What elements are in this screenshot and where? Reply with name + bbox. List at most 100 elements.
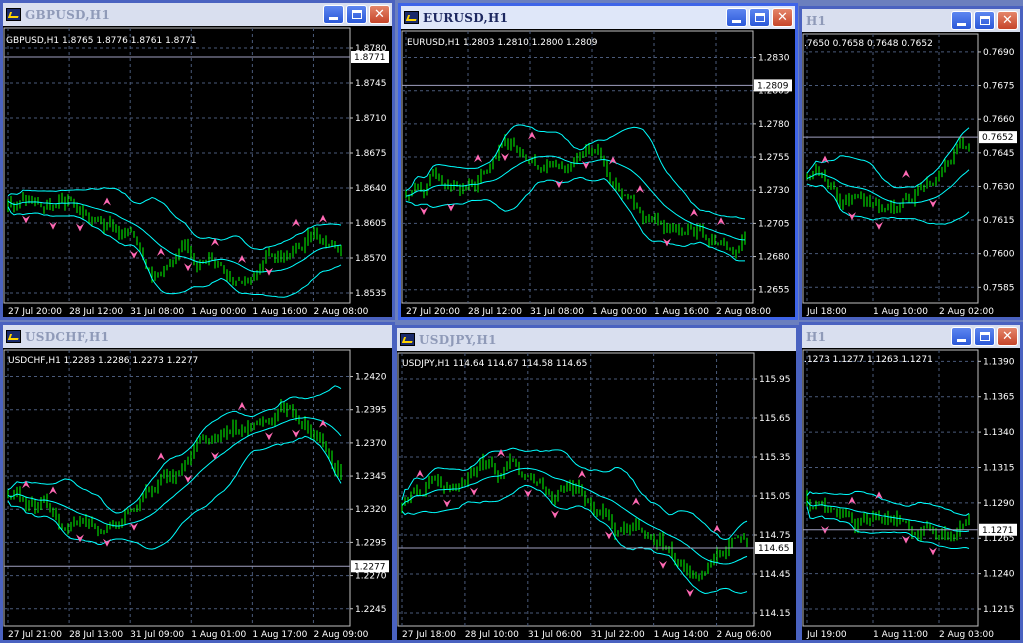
fractal-up-arrow [474,154,482,163]
x-tick-label: 2 Aug 06:00 [717,630,772,640]
price-chart[interactable]: 1.2420 1.2395 1.2370 1.2345 1.2320 1.2295 1.22… [3,348,392,640]
x-tick-label: 2 Aug 08:00 [716,307,771,317]
y-tick-label: 115.05 [759,492,791,502]
chart-app-icon[interactable] [6,8,21,21]
fractal-down-arrow [501,153,509,162]
plot-frame [3,27,351,304]
fractal-down-arrow [76,223,84,232]
title-bar[interactable]: H1 ✕ [802,325,1020,348]
bollinger-band [7,187,342,251]
chart-app-icon[interactable] [6,330,21,343]
y-tick-label: 115.35 [759,453,791,463]
x-tick-label: 2 Aug 03:00 [939,630,994,640]
y-tick-label: 1.1240 [983,570,1015,580]
fractal-up-arrow [636,185,644,194]
fractal-up-arrow [49,486,57,495]
minimize-button[interactable] [323,5,344,24]
y-tick-label: 1.2245 [355,605,387,615]
price-chart[interactable]: 1.28301.28051.27801.27551.27301.27051.26… [401,29,795,317]
y-tick-label: 1.1315 [983,463,1015,473]
chart-window-usdjpy[interactable]: USDJPY,H1 115.95 115.65 115.35 115.05 114.75… [394,325,799,643]
title-bar[interactable]: GBPUSD,H1 ✕ [3,3,392,26]
plot-frame [3,349,351,627]
chart-app-icon[interactable] [400,333,415,346]
title-bar[interactable]: EURUSD,H1 ✕ [401,6,795,29]
fractal-down-arrow [875,221,883,230]
minimize-button[interactable] [951,327,972,346]
chart-window-3[interactable]: H1 ✕ 0.7690 0.7675 0.7660 0.7645 0.7630 0.761… [799,6,1023,320]
fractal-up-arrow [578,470,586,479]
symbol-info: EURUSD,H1 1.2803 1.2810 1.2800 1.2809 [407,38,598,48]
fractal-down-arrow [686,588,694,597]
fractal-down-arrow [130,522,138,531]
x-tick-label: 28 Jul 10:00 [465,630,519,640]
y-tick-label: 1.2730 [758,186,790,196]
y-tick-label: 1.1390 [983,357,1015,367]
y-tick-label: 1.8640 [355,184,387,194]
x-tick-label: 2 Aug 08:00 [313,307,368,317]
maximize-button[interactable] [974,327,995,346]
y-tick-label: 115.95 [759,375,791,385]
y-tick-label: 1.1365 [983,393,1015,403]
x-tick-label: 28 Jul 12:00 [69,307,123,317]
price-chart[interactable]: 115.95 115.65 115.35 115.05 114.75 114.45 114.… [397,351,796,640]
close-button[interactable]: ✕ [997,11,1018,30]
fractal-up-arrow [690,208,698,217]
minimize-button[interactable] [726,8,747,27]
y-tick-label: 1.2320 [355,505,387,515]
chart-window-6[interactable]: H1 ✕ 1.1390 1.1365 1.1340 1.1315 1.1290 1.126… [799,322,1023,643]
y-tick-label: 114.15 [759,609,791,619]
close-button[interactable]: ✕ [369,5,390,24]
y-tick-label: 1.2705 [758,219,790,229]
fractal-up-arrow [713,524,721,533]
chart-window-gbpusd[interactable]: GBPUSD,H1 ✕ 1.8780 1.8745 1.8710 1.8675 1.86… [0,0,395,320]
x-tick-label: 31 Jul 06:00 [528,630,582,640]
maximize-button[interactable] [974,11,995,30]
chart-window-usdchf[interactable]: USDCHF,H1 1.2420 1.2395 1.2370 1.2345 1.2320… [0,322,395,643]
close-button[interactable]: ✕ [997,327,1018,346]
x-tick-label: 1 Aug 11:00 [873,630,928,640]
x-tick-label: 27 Jul 20:00 [406,307,460,317]
y-tick-label: 1.8570 [355,254,387,264]
title-bar[interactable]: USDCHF,H1 [3,325,392,348]
chart-app-icon[interactable] [404,11,419,24]
x-tick-label: Jul 19:00 [806,630,847,640]
y-tick-label: 1.2420 [355,373,387,383]
minimize-button[interactable] [951,11,972,30]
price-chart[interactable]: 1.87801.87451.87101.86751.86401.86051.85… [3,26,392,317]
x-tick-label: Jul 18:00 [806,307,847,317]
price-chart[interactable]: 0.7690 0.7675 0.7660 0.7645 0.7630 0.7615 0.76… [802,32,1020,317]
maximize-button[interactable] [346,5,367,24]
current-price-label: 1.1271 [982,526,1014,536]
fractal-up-arrow [238,401,246,410]
window-title: USDJPY,H1 [419,332,497,347]
current-price-label: 1.8771 [354,53,386,63]
y-tick-label: 115.65 [759,414,791,424]
title-bar[interactable]: H1 ✕ [802,9,1020,32]
x-tick-label: 31 Jul 08:00 [130,307,184,317]
price-chart[interactable]: 1.13901.13651.13401.13151.12901.12651.12… [802,348,1020,640]
y-tick-label: 0.7615 [983,216,1015,226]
x-tick-label: 28 Jul 12:00 [468,307,522,317]
x-tick-label: 2 Aug 02:00 [939,307,994,317]
fractal-down-arrow [582,160,590,169]
x-tick-label: 1 Aug 10:00 [873,307,928,317]
x-tick-label: 1 Aug 14:00 [654,630,709,640]
bollinger-band [7,200,342,273]
bollinger-band [7,206,342,298]
y-tick-label: 0.7585 [983,283,1015,293]
maximize-button[interactable] [749,8,770,27]
plot-frame [802,33,979,304]
close-button[interactable]: ✕ [772,8,793,27]
title-bar[interactable]: USDJPY,H1 [397,328,796,351]
x-tick-label: 31 Jul 22:00 [591,630,645,640]
fractal-up-arrow [238,255,246,263]
y-tick-label: 1.8710 [355,114,387,124]
fractal-down-arrow [605,531,613,540]
x-tick-label: 31 Jul 09:00 [130,630,184,640]
current-price-label: 0.7652 [982,133,1014,143]
symbol-info: .1273 1.1277 1.1263 1.1271 [804,355,933,365]
chart-window-eurusd[interactable]: EURUSD,H1 ✕ 1.2830 1.2805 1.2780 1.2755 1.27… [398,3,798,320]
x-tick-label: 27 Jul 21:00 [8,630,62,640]
fractal-down-arrow [443,499,451,508]
